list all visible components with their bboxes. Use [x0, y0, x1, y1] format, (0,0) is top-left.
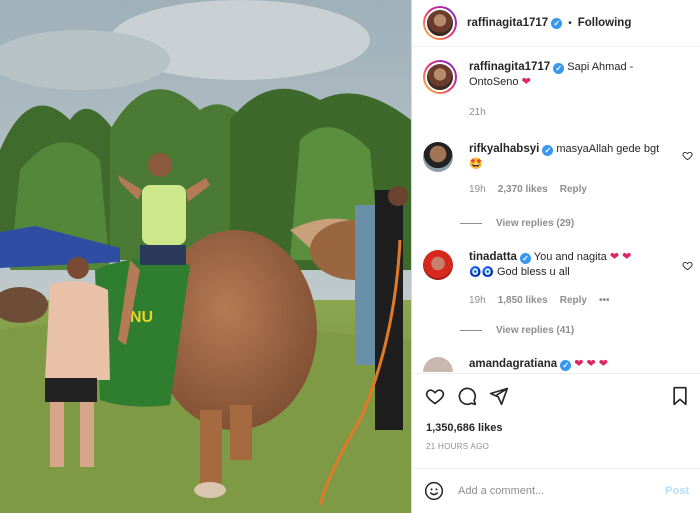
comment-text: You and nagita: [533, 251, 607, 263]
commenter-username[interactable]: tinadatta: [469, 251, 517, 263]
following-button[interactable]: Following: [578, 17, 632, 29]
saddle-text: NU: [130, 309, 153, 326]
replies-line: [460, 330, 482, 331]
post-header: raffinagita1717 ✓ • Following: [412, 0, 700, 47]
caption-username[interactable]: raffinagita1717: [469, 61, 550, 73]
caption-avatar[interactable]: [423, 60, 457, 94]
comment-icon[interactable]: [457, 386, 477, 406]
comment-likes[interactable]: 1,850 likes: [498, 293, 548, 308]
commenter-avatar[interactable]: [423, 142, 453, 172]
comment-time[interactable]: 19h: [469, 293, 486, 308]
verified-icon: ✓: [542, 145, 554, 156]
nazar-emoji: 🧿🧿: [469, 267, 494, 278]
commenter-avatar[interactable]: [423, 250, 453, 280]
comment-text-line2: God bless u all: [496, 266, 570, 278]
share-send-icon[interactable]: [489, 386, 509, 406]
verified-icon: ✓: [551, 17, 563, 29]
post-comment-button[interactable]: Post: [665, 485, 689, 497]
save-bookmark-icon[interactable]: [671, 386, 689, 406]
post-side-panel: raffinagita1717 ✓ • Following raffinagit…: [411, 0, 700, 513]
caption-time[interactable]: 21h: [469, 105, 486, 120]
like-heart-icon[interactable]: [425, 386, 445, 406]
commenter-avatar[interactable]: [423, 357, 453, 372]
more-options-icon[interactable]: •••: [599, 293, 610, 308]
author-avatar[interactable]: [423, 6, 457, 40]
like-comment-heart-icon[interactable]: [682, 150, 693, 161]
post-timestamp[interactable]: 21 HOURS AGO: [426, 442, 489, 451]
likes-count[interactable]: 1,350,686 likes: [426, 422, 502, 434]
header-separator: •: [568, 17, 572, 29]
view-replies-label: View replies (41): [496, 325, 575, 336]
verified-icon: ✓: [519, 253, 531, 264]
hearts-emoji: ❤ ❤: [609, 251, 632, 263]
comment-input[interactable]: [458, 485, 648, 497]
emoji-smiley-icon[interactable]: [424, 481, 444, 501]
commenter-username[interactable]: amandagratiana: [469, 358, 557, 370]
star-eyes-emoji: 🤩: [469, 158, 483, 170]
comment-time[interactable]: 19h: [469, 182, 486, 197]
commenter-username[interactable]: rifkyalhabsyi: [469, 143, 539, 155]
author-username[interactable]: raffinagita1717: [467, 17, 548, 29]
view-replies-button[interactable]: View replies (29): [460, 218, 574, 229]
post-photo[interactable]: NU: [0, 0, 411, 513]
instagram-post-modal: NU raffinagita1717 ✓ • Following raffina…: [0, 0, 700, 513]
reply-button[interactable]: Reply: [560, 293, 587, 308]
like-comment-heart-icon[interactable]: [682, 260, 693, 271]
verified-icon: ✓: [553, 63, 565, 74]
reply-button[interactable]: Reply: [560, 182, 587, 197]
comment-text: masyaAllah gede bgt: [556, 143, 660, 155]
comments-list[interactable]: raffinagita1717 ✓ Sapi Ahmad - OntoSeno ❤…: [412, 48, 700, 372]
comment-likes[interactable]: 2,370 likes: [498, 182, 548, 197]
view-replies-label: View replies (29): [496, 218, 575, 229]
post-actions: 1,350,686 likes 21 HOURS AGO: [412, 373, 700, 468]
add-comment-bar: Post: [412, 468, 700, 513]
replies-line: [460, 223, 482, 224]
hearts-emoji: ❤ ❤ ❤: [574, 358, 609, 370]
view-replies-button[interactable]: View replies (41): [460, 325, 574, 336]
verified-icon: ✓: [560, 360, 572, 371]
photo-illustration: NU: [0, 0, 411, 513]
heart-emoji: ❤: [521, 76, 531, 88]
